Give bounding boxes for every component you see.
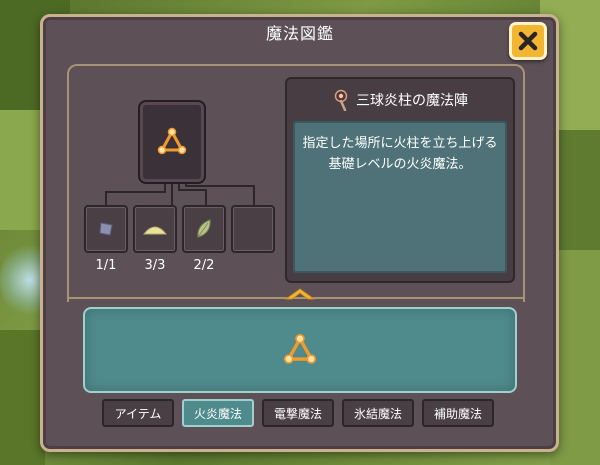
leaf-icon [197,219,211,238]
material-slot-4-empty [231,205,275,253]
tab-fire-magic[interactable]: 火炎魔法 [182,399,254,427]
tab-items[interactable]: アイテム [102,399,174,427]
material-count-1: 1/1 [95,258,117,273]
material-slot-3[interactable] [182,205,226,253]
spell-description-panel: 三球炎柱の魔法陣 指定した場所に火柱を立ち上げる 基礎レベルの火炎魔法。 [285,77,515,283]
description-line-1: 指定した場所に火柱を立ち上げる [302,136,498,151]
spell-tree-main-node[interactable] [138,100,206,184]
material-slot-2[interactable] [133,205,177,253]
tab-support-magic[interactable]: 補助魔法 [422,399,494,427]
description-line-2: 基礎レベルの火炎魔法。 [328,157,472,172]
crystal-icon [99,222,113,236]
tab-ice-magic[interactable]: 氷結魔法 [342,399,414,427]
selected-spell-display[interactable] [83,307,517,393]
spell-header: 三球炎柱の魔法陣 [287,87,513,113]
spell-name: 三球炎柱の魔法陣 [356,93,468,109]
triangle-circle-icon [283,333,317,364]
magic-staff-icon [334,89,348,111]
spell-description-text: 指定した場所に火柱を立ち上げる 基礎レベルの火炎魔法。 [293,121,507,273]
chevron-up-icon[interactable] [282,286,318,302]
triangle-circle-icon [157,127,187,155]
tab-lightning-magic[interactable]: 電撃魔法 [262,399,334,427]
material-count-3: 2/2 [193,258,215,273]
material-slot-1[interactable] [84,205,128,253]
powder-pile-icon [142,226,168,235]
material-count-2: 3/3 [144,258,166,273]
